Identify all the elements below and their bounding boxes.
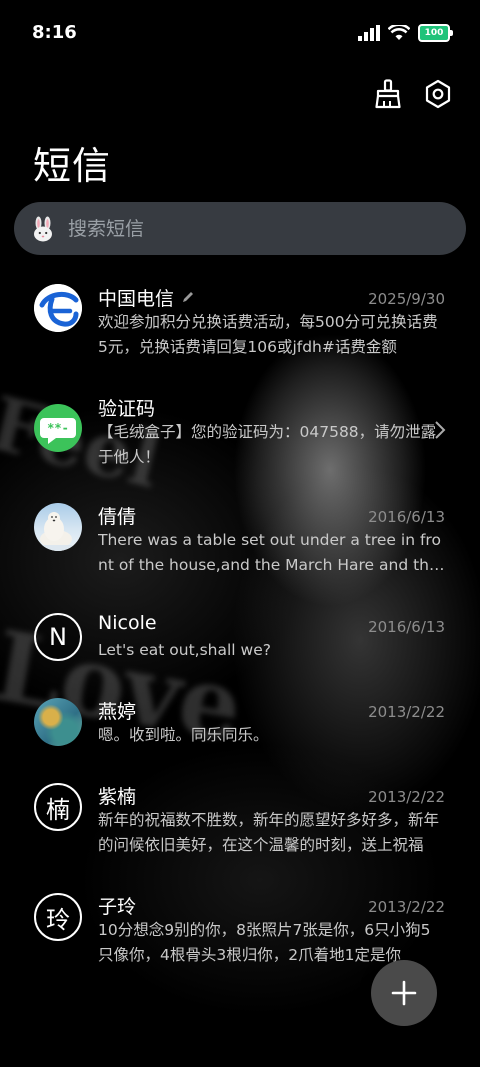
signal-icon: [358, 25, 380, 41]
status-time: 8:16: [32, 22, 77, 43]
search-input[interactable]: [66, 216, 430, 241]
page-title: 短信: [33, 144, 112, 188]
new-message-button[interactable]: [371, 960, 437, 1026]
conversation-name: 中国电信: [98, 288, 175, 310]
brush-icon: [375, 79, 401, 109]
conversation-item[interactable]: N Nicole 2016/6/13 Let's eat out,shall w…: [0, 610, 480, 680]
conversation-snippet: Let's eat out,shall we?: [98, 641, 271, 659]
clean-brush-button[interactable]: [372, 78, 404, 110]
wifi-icon: [388, 25, 410, 40]
conversation-name: 燕婷: [98, 701, 137, 723]
settings-hexagon-icon: [425, 79, 451, 109]
conversation-item[interactable]: 中国电信 2025/9/30 欢迎参加积分兑换话费活动，每500分可兑换话费5元…: [0, 270, 480, 370]
conversation-snippet: 新年的祝福数不胜数，新年的愿望好多好多，新年的问候依旧美好，在这个温馨的时刻，送…: [98, 811, 440, 854]
svg-text:**-: **-: [47, 421, 69, 435]
conversation-snippet: 嗯。收到啦。同乐同乐。: [98, 726, 269, 744]
conversation-name: Nicole: [98, 612, 157, 634]
conversation-snippet: 【毛绒盒子】您的验证码为：047588，请勿泄露于他人！: [98, 423, 437, 466]
conversation-item[interactable]: 楠 紫楠 2013/2/22 新年的祝福数不胜数，新年的愿望好多好多，新年的问候…: [0, 780, 480, 880]
conversation-item[interactable]: 倩倩 2016/6/13 There was a table set out u…: [0, 500, 480, 600]
nicole-letter-avatar: N: [34, 613, 82, 661]
conversation-item[interactable]: **- 验证码 【毛绒盒子】您的验证码为：047588，请勿泄露于他人！: [0, 380, 480, 480]
china-telecom-avatar: [34, 284, 82, 332]
status-bar: 8:16 100: [0, 0, 480, 68]
ziling-letter-avatar: 玲: [34, 893, 82, 941]
settings-button[interactable]: [422, 78, 454, 110]
status-icons: 100: [358, 24, 453, 42]
conversation-item[interactable]: 燕婷 2013/2/22 嗯。收到啦。同乐同乐。: [0, 695, 480, 765]
plus-icon: [391, 980, 417, 1006]
conversation-snippet: There was a table set out under a tree i…: [98, 531, 441, 574]
conversation-name: 验证码: [98, 398, 156, 420]
conversation-date: 2016/6/13: [368, 508, 445, 526]
pencil-icon: [183, 292, 193, 302]
conversation-date: 2013/2/22: [368, 703, 445, 721]
chevron-right-icon: [435, 421, 446, 439]
zinan-letter-avatar: 楠: [34, 783, 82, 831]
search-bar[interactable]: [14, 202, 466, 255]
conversation-date: 2013/2/22: [368, 898, 445, 916]
conversation-name: 子玲: [98, 896, 137, 918]
rabbit-icon: [34, 216, 52, 241]
conversation-date: 2013/2/22: [368, 788, 445, 806]
conversation-name: 倩倩: [98, 506, 137, 528]
conversation-snippet: 欢迎参加积分兑换话费活动，每500分可兑换话费5元，兑换话费请回复106或jfd…: [98, 313, 438, 356]
polar-bear-avatar: [34, 503, 82, 551]
conversation-date: 2025/9/30: [368, 290, 445, 308]
battery-icon: 100: [418, 24, 453, 42]
conversation-name: 紫楠: [98, 786, 137, 808]
verification-code-avatar: **-: [34, 404, 82, 452]
landscape-avatar: [34, 698, 82, 746]
conversation-date: 2016/6/13: [368, 618, 445, 636]
